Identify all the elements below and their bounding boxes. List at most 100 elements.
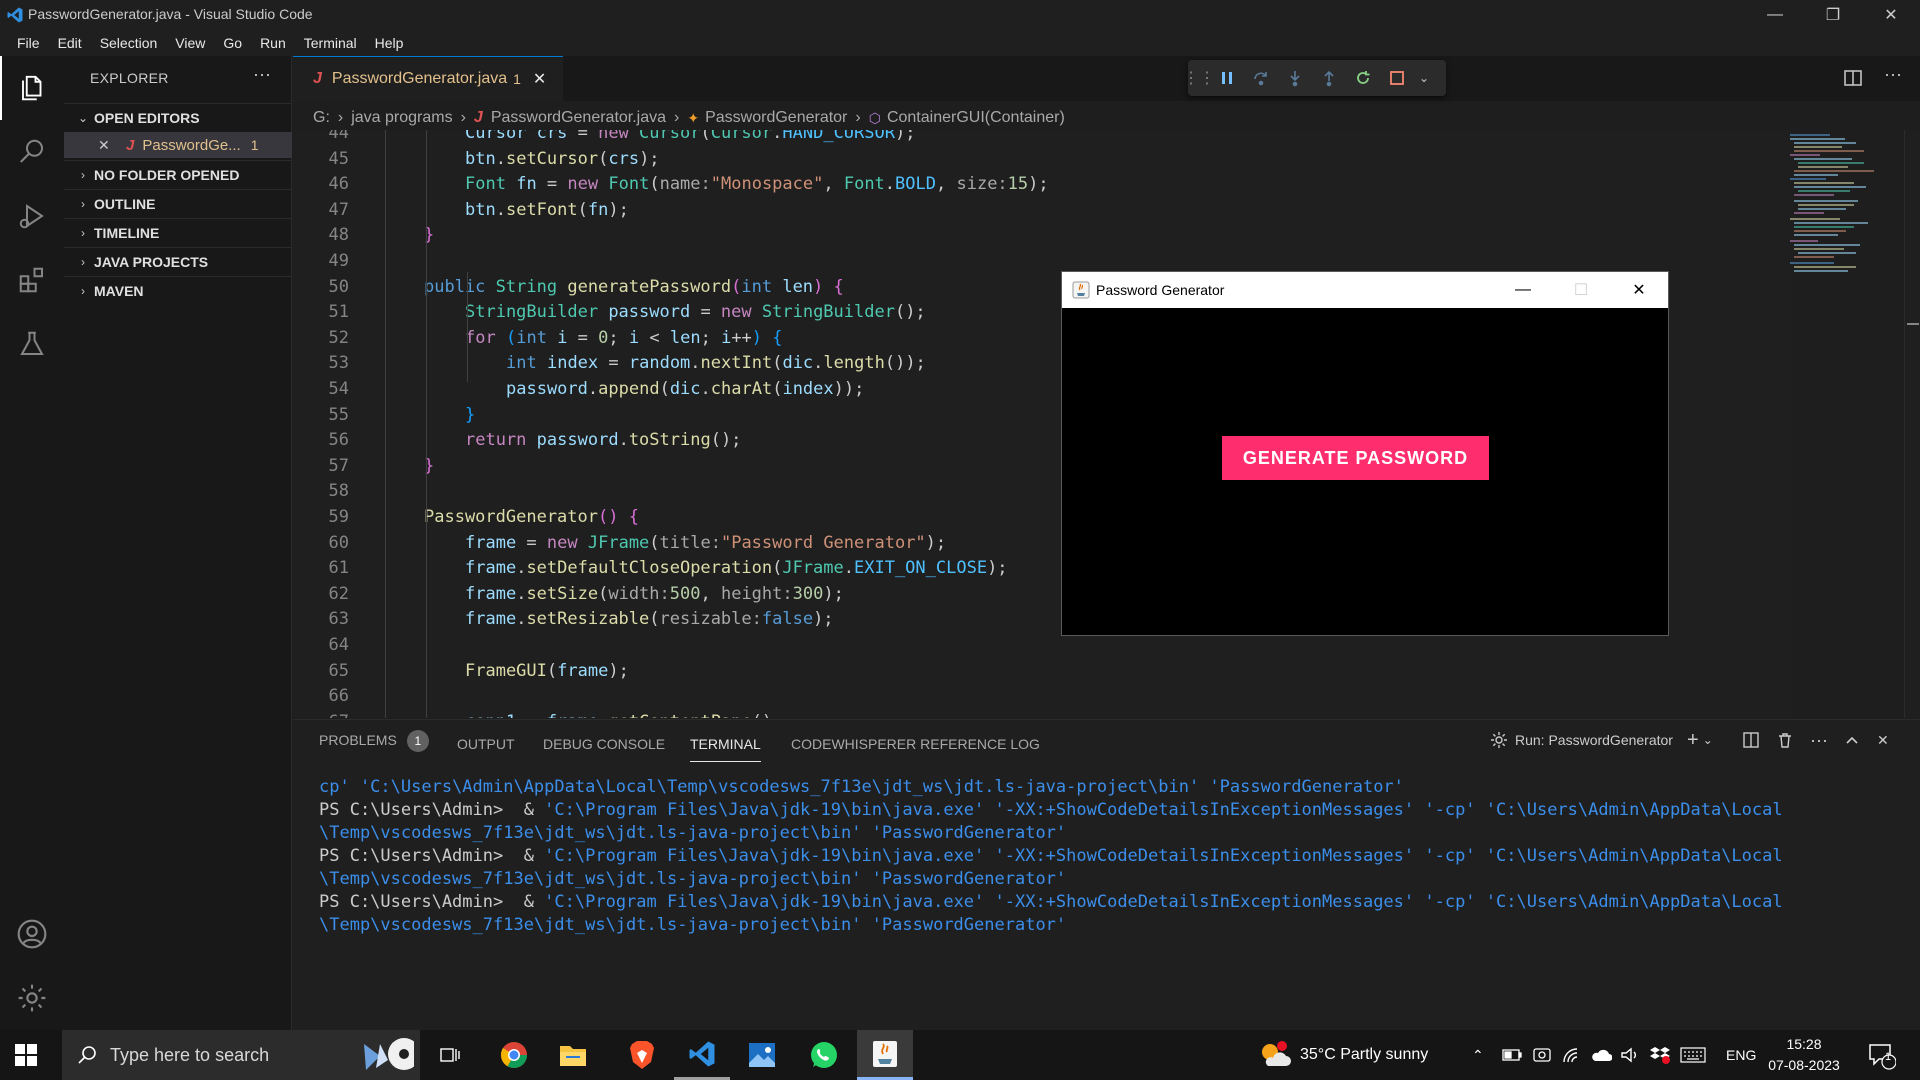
- more-actions-icon[interactable]: ···: [253, 64, 271, 85]
- terminal-selector[interactable]: Run: PasswordGenerator: [1489, 728, 1673, 752]
- pause-icon[interactable]: [1210, 60, 1244, 96]
- minimize-icon[interactable]: —: [1746, 0, 1804, 30]
- maven-section[interactable]: › MAVEN: [64, 276, 292, 304]
- java-window-titlebar[interactable]: Password Generator — ☐ ✕: [1062, 272, 1668, 308]
- code-line[interactable]: 66: [293, 684, 1793, 709]
- language-indicator[interactable]: ENG: [1726, 1030, 1756, 1080]
- restore-icon[interactable]: ❐: [1804, 0, 1862, 30]
- chevron-down-icon[interactable]: ⌄: [1414, 60, 1434, 96]
- task-view-icon[interactable]: [422, 1030, 478, 1080]
- code-line[interactable]: 45 btn.setCursor(crs);: [293, 147, 1793, 172]
- vscode-taskbar-icon[interactable]: [674, 1030, 730, 1080]
- menu-view[interactable]: View: [166, 35, 214, 51]
- code-line[interactable]: 65 FrameGUI(frame);: [293, 659, 1793, 684]
- weather-widget[interactable]: 35°C Partly sunny: [1258, 1030, 1428, 1080]
- generate-password-button[interactable]: GENERATE PASSWORD: [1222, 436, 1489, 480]
- step-out-icon[interactable]: [1312, 60, 1346, 96]
- java-projects-section[interactable]: › JAVA PROJECTS: [64, 247, 292, 275]
- trash-icon[interactable]: [1776, 728, 1794, 752]
- tab-codewhisperer-log[interactable]: CODEWHISPERER REFERENCE LOG: [791, 736, 1040, 762]
- new-terminal-icon[interactable]: + ⌄: [1687, 728, 1713, 752]
- testing-icon[interactable]: [0, 312, 64, 376]
- run-debug-icon[interactable]: [0, 184, 64, 248]
- menu-selection[interactable]: Selection: [91, 35, 167, 51]
- code-line[interactable]: 64: [293, 633, 1793, 658]
- java-taskbar-icon[interactable]: [857, 1030, 913, 1080]
- menu-terminal[interactable]: Terminal: [295, 35, 366, 51]
- close-tab-icon[interactable]: ✕: [533, 69, 546, 89]
- clock[interactable]: 15:28 07-08-2023: [1766, 1034, 1842, 1076]
- onedrive-icon[interactable]: [1590, 1030, 1612, 1080]
- explorer-icon[interactable]: [0, 56, 64, 120]
- menu-go[interactable]: Go: [214, 35, 251, 51]
- minimap[interactable]: [1788, 130, 1908, 300]
- explorer-sidebar: EXPLORER ··· ⌄ OPEN EDITORS ✕ J Password…: [64, 56, 292, 1030]
- menu-help[interactable]: Help: [366, 35, 413, 51]
- brave-icon[interactable]: [614, 1030, 670, 1080]
- step-over-icon[interactable]: [1244, 60, 1278, 96]
- terminal-output[interactable]: cp' 'C:\Users\Admin\AppData\Local\Temp\v…: [319, 776, 1899, 937]
- breadcrumb-file[interactable]: PasswordGenerator.java: [491, 109, 666, 127]
- close-icon[interactable]: ✕: [1610, 272, 1668, 308]
- code-line[interactable]: 44 Cursor crs = new Cursor(Cursor.HAND_CU…: [293, 130, 1793, 146]
- breadcrumb-class[interactable]: PasswordGenerator: [705, 109, 847, 127]
- file-explorer-icon[interactable]: [545, 1030, 601, 1080]
- dropbox-icon[interactable]: [1650, 1030, 1670, 1080]
- tab-passwordgenerator[interactable]: J PasswordGenerator.java 1 ✕: [293, 56, 563, 101]
- tab-terminal[interactable]: TERMINAL: [690, 736, 761, 762]
- close-panel-icon[interactable]: ✕: [1877, 728, 1889, 752]
- maximize-icon: ☐: [1573, 282, 1589, 299]
- volume-icon[interactable]: [1620, 1030, 1640, 1080]
- code-line[interactable]: 47 btn.setFont(fn);: [293, 198, 1793, 223]
- meet-now-icon[interactable]: [1532, 1030, 1552, 1080]
- code-line[interactable]: 48}: [293, 223, 1793, 248]
- scrollbar-thumb[interactable]: [1907, 323, 1919, 325]
- restart-icon[interactable]: [1346, 60, 1380, 96]
- account-icon[interactable]: [0, 902, 64, 966]
- tab-debug-console[interactable]: DEBUG CONSOLE: [543, 736, 665, 762]
- menu-file[interactable]: File: [8, 35, 49, 51]
- chevron-up-icon[interactable]: ⌃: [1472, 1030, 1484, 1080]
- tab-output[interactable]: OUTPUT: [457, 736, 515, 762]
- breadcrumb-drive[interactable]: G:: [313, 109, 330, 127]
- drag-handle-icon[interactable]: ⋮⋮: [1183, 60, 1215, 96]
- terminal-command: 'C:\Program Files\Java\jdk-19\bin\java.e…: [544, 800, 1783, 820]
- breadcrumb-folder[interactable]: java programs: [351, 109, 452, 127]
- timeline-section[interactable]: › TIMELINE: [64, 218, 292, 246]
- tab-problems[interactable]: PROBLEMS 1: [319, 730, 429, 756]
- windows-start-icon[interactable]: [14, 1043, 38, 1067]
- menu-run[interactable]: Run: [251, 35, 295, 51]
- code-text: btn.setFont(fn);: [465, 199, 629, 220]
- more-actions-icon[interactable]: ···: [1810, 728, 1828, 752]
- no-folder-section[interactable]: › NO FOLDER OPENED: [64, 160, 292, 188]
- keyboard-icon[interactable]: [1680, 1030, 1706, 1080]
- code-line[interactable]: 67 conn1 = frame.getContentPane();: [293, 710, 1793, 718]
- outline-section[interactable]: › OUTLINE: [64, 189, 292, 217]
- battery-icon[interactable]: [1502, 1030, 1522, 1080]
- terminal-command: 'C:\Program Files\Java\jdk-19\bin\java.e…: [544, 846, 1783, 866]
- search-icon[interactable]: [0, 120, 64, 184]
- close-editor-icon[interactable]: ✕: [98, 137, 114, 154]
- stop-icon[interactable]: [1380, 60, 1414, 96]
- open-editors-section[interactable]: ⌄ OPEN EDITORS: [64, 103, 292, 131]
- menu-edit[interactable]: Edit: [49, 35, 91, 51]
- extensions-icon[interactable]: [0, 248, 64, 312]
- chrome-icon[interactable]: [486, 1030, 542, 1080]
- minimize-icon[interactable]: —: [1494, 272, 1552, 308]
- breadcrumb-method[interactable]: ContainerGUI(Container): [887, 109, 1065, 127]
- code-line[interactable]: 46 Font fn = new Font(name:"Monospace", F…: [293, 172, 1793, 197]
- taskbar-search[interactable]: Type here to search: [62, 1030, 420, 1080]
- split-editor-icon[interactable]: [1843, 68, 1863, 88]
- step-into-icon[interactable]: [1278, 60, 1312, 96]
- whatsapp-icon[interactable]: [796, 1030, 852, 1080]
- editor-scrollbar[interactable]: [1904, 130, 1920, 718]
- chevron-up-icon[interactable]: [1844, 728, 1860, 752]
- open-editor-item[interactable]: ✕ J PasswordGe... 1: [64, 132, 292, 158]
- more-actions-icon[interactable]: ···: [1884, 64, 1902, 85]
- notification-center-icon[interactable]: 1: [1866, 1030, 1896, 1080]
- wifi-icon[interactable]: [1562, 1030, 1582, 1080]
- split-terminal-icon[interactable]: [1742, 728, 1760, 752]
- photos-icon[interactable]: [734, 1030, 790, 1080]
- gear-icon[interactable]: [0, 966, 64, 1030]
- close-icon[interactable]: ✕: [1862, 0, 1920, 30]
